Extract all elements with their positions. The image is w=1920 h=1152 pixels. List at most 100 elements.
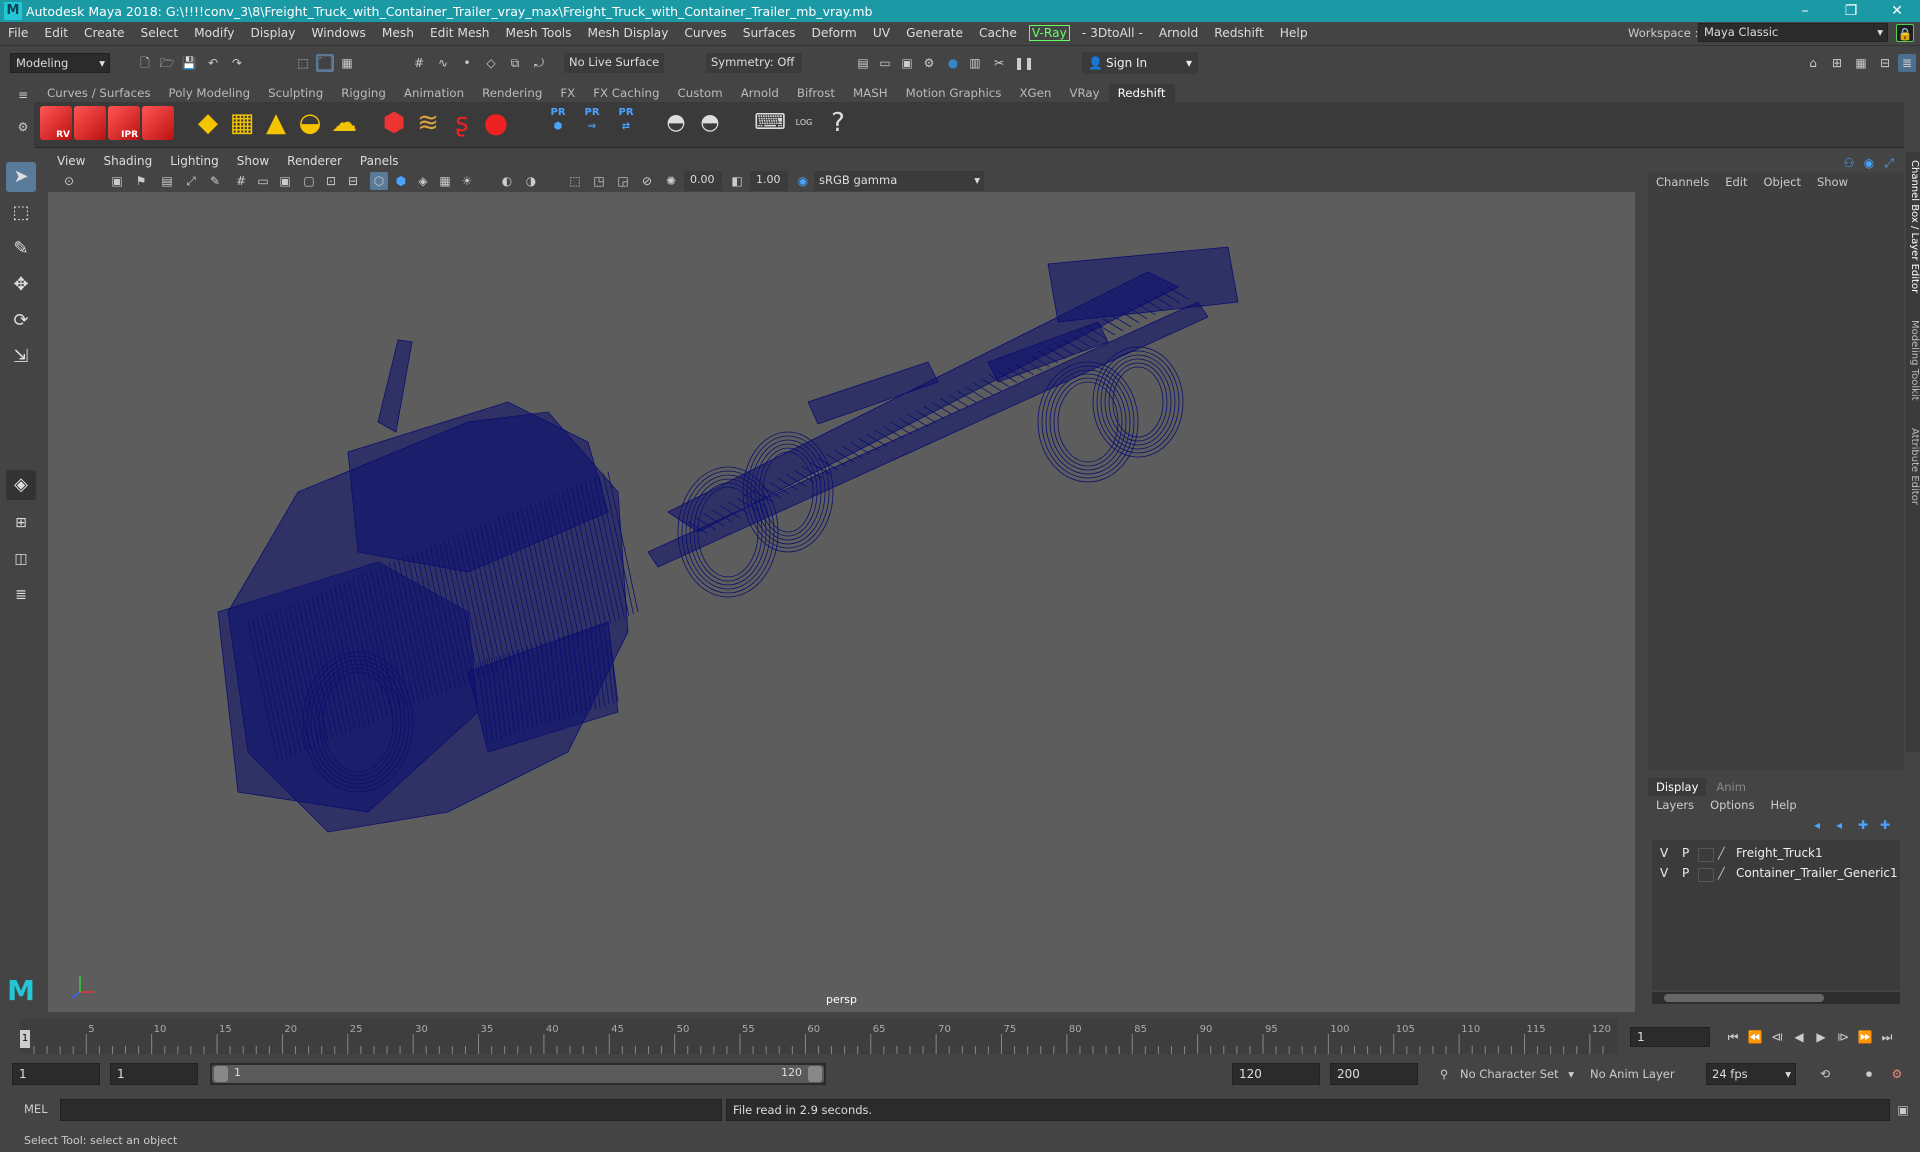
grease-pencil-icon[interactable]: ✎ xyxy=(206,172,224,190)
hypershade-icon[interactable]: ● xyxy=(944,54,962,72)
vp-menu-show[interactable]: Show xyxy=(228,152,278,170)
sign-in-button[interactable]: 👤 Sign In ▾ xyxy=(1082,52,1198,74)
shelf-tab-sculpting[interactable]: Sculpting xyxy=(259,84,332,102)
shelf-tab-xgen[interactable]: XGen xyxy=(1010,84,1060,102)
lasso-tool-icon[interactable]: ⬚ xyxy=(6,198,36,228)
ambient-occlusion-icon[interactable]: ◑ xyxy=(522,172,540,190)
menu-edit[interactable]: Edit xyxy=(36,26,76,40)
rs-sun-sky-icon[interactable]: ☁ xyxy=(328,106,360,140)
minimize-button[interactable]: – xyxy=(1782,0,1828,22)
rs-area-light-icon[interactable]: ▦ xyxy=(226,106,258,140)
snap-point-icon[interactable]: • xyxy=(458,54,476,72)
menu-windows[interactable]: Windows xyxy=(303,26,373,40)
menu-mesh-display[interactable]: Mesh Display xyxy=(580,26,677,40)
scrollbar-thumb[interactable] xyxy=(1664,994,1824,1002)
menu-select[interactable]: Select xyxy=(133,26,187,40)
shelf-tab-mash[interactable]: MASH xyxy=(844,84,897,102)
wireframe-on-shaded-icon[interactable]: ◈ xyxy=(414,172,432,190)
camera-select-icon[interactable]: ⊙ xyxy=(60,172,78,190)
menu-display[interactable]: Display xyxy=(243,26,304,40)
side-tab-channel-box[interactable]: Channel Box / Layer Editor xyxy=(1906,160,1920,293)
layer-name[interactable]: Container_Trailer_Generic1 xyxy=(1736,866,1898,880)
maximize-button[interactable]: ❐ xyxy=(1828,0,1874,22)
rs-pr-icon[interactable]: PR ⬢ xyxy=(542,106,574,140)
redo-icon[interactable]: ↷ xyxy=(228,54,246,72)
render-history-icon[interactable]: ▤ xyxy=(854,54,872,72)
menu-surfaces[interactable]: Surfaces xyxy=(735,26,804,40)
shelf-tab-fx[interactable]: FX xyxy=(551,84,584,102)
save-scene-icon[interactable]: 💾 xyxy=(180,54,198,72)
shelf-tab-motion-graphics[interactable]: Motion Graphics xyxy=(897,84,1011,102)
layer-color-icon[interactable]: ╱ xyxy=(1718,847,1732,861)
script-editor-icon[interactable]: ▣ xyxy=(1894,1101,1912,1119)
channels-menu[interactable]: Channels xyxy=(1648,172,1717,192)
live-surface-field[interactable]: No Live Surface xyxy=(564,53,664,73)
color-space-dropdown[interactable]: sRGB gamma ▾ xyxy=(814,171,984,191)
render-frame-icon[interactable]: ▭ xyxy=(876,54,894,72)
wireframe-icon[interactable]: ⬡ xyxy=(370,172,388,190)
shelf-settings-icon[interactable]: ⚙ xyxy=(14,118,32,136)
range-end-handle[interactable] xyxy=(808,1066,822,1082)
playback-start-field[interactable]: 1 xyxy=(110,1063,198,1085)
rs-bowl-icon[interactable]: ◓ xyxy=(660,106,692,140)
menu-create[interactable]: Create xyxy=(76,26,133,40)
xray-components-icon[interactable]: ⊘ xyxy=(638,172,656,190)
attribute-editor-icon[interactable]: ▦ xyxy=(1852,54,1870,72)
step-back-frame-icon[interactable]: ⧏ xyxy=(1768,1028,1786,1046)
current-frame-field[interactable]: 1 xyxy=(1630,1027,1710,1047)
move-layer-up-icon[interactable]: ◂ xyxy=(1808,816,1826,834)
menu-curves[interactable]: Curves xyxy=(676,26,734,40)
rs-proxy-icon[interactable]: ⬢ xyxy=(378,106,410,140)
end-time-field[interactable]: 200 xyxy=(1330,1063,1418,1085)
menu-uv[interactable]: UV xyxy=(865,26,898,40)
vp-menu-shading[interactable]: Shading xyxy=(94,152,161,170)
select-tool-icon[interactable]: ➤ xyxy=(6,162,36,192)
xray-icon[interactable]: ◳ xyxy=(590,172,608,190)
menu-3dtoall[interactable]: - 3DtoAll - xyxy=(1074,26,1151,40)
object-menu[interactable]: Object xyxy=(1756,172,1809,192)
layer-type-box[interactable] xyxy=(1698,868,1714,882)
xray-joints-icon[interactable]: ◲ xyxy=(614,172,632,190)
menu-cache[interactable]: Cache xyxy=(971,26,1025,40)
select-hierarchy-icon[interactable]: ⬚ xyxy=(294,54,312,72)
select-component-icon[interactable]: ▦ xyxy=(338,54,356,72)
persp-outliner-icon[interactable]: ◫ xyxy=(6,544,36,574)
options-menu[interactable]: Options xyxy=(1702,796,1762,814)
tab-anim[interactable]: Anim xyxy=(1706,778,1756,796)
shelf-tab-custom[interactable]: Custom xyxy=(668,84,731,102)
show-menu[interactable]: Show xyxy=(1809,172,1856,192)
rs-script-icon[interactable]: ⌨ xyxy=(754,106,786,140)
rs-rect-light-icon[interactable]: ◆ xyxy=(192,106,224,140)
shelf-tab-poly-modeling[interactable]: Poly Modeling xyxy=(160,84,260,102)
grid-toggle-icon[interactable]: # xyxy=(232,172,250,190)
workspace-dropdown[interactable]: Maya Classic ▾ xyxy=(1698,23,1888,42)
2d-pan-zoom-icon[interactable]: ⤢ xyxy=(182,172,200,190)
side-tab-modeling-toolkit[interactable]: Modeling Toolkit xyxy=(1906,320,1920,401)
help-menu[interactable]: Help xyxy=(1762,796,1804,814)
side-tab-attribute-editor[interactable]: Attribute Editor xyxy=(1906,428,1920,505)
snap-grid-icon[interactable]: # xyxy=(410,54,428,72)
modeling-toolkit-icon[interactable]: ⌂ xyxy=(1804,54,1822,72)
layer-color-icon[interactable]: ╱ xyxy=(1718,867,1732,881)
layer-name[interactable]: Freight_Truck1 xyxy=(1736,846,1823,860)
rs-bowl-alt-icon[interactable]: ◓ xyxy=(694,106,726,140)
menu-deform[interactable]: Deform xyxy=(804,26,865,40)
shelf-tab-bifrost[interactable]: Bifrost xyxy=(788,84,844,102)
lock-icon[interactable]: 🔒 xyxy=(1896,24,1914,42)
vp-menu-renderer[interactable]: Renderer xyxy=(278,152,351,170)
snap-together-icon[interactable]: ⤾ xyxy=(530,54,548,72)
rs-help-icon[interactable]: ? xyxy=(822,106,854,140)
step-forward-frame-icon[interactable]: ⧐ xyxy=(1834,1028,1852,1046)
hypershade-window-icon[interactable]: ⊞ xyxy=(1828,54,1846,72)
outliner-icon[interactable]: ≣ xyxy=(6,580,36,610)
snap-view-plane-icon[interactable]: ◇ xyxy=(482,54,500,72)
rotate-tool-icon[interactable]: ⟳ xyxy=(6,306,36,336)
menu-generate[interactable]: Generate xyxy=(898,26,971,40)
open-scene-icon[interactable]: 🗁 xyxy=(158,54,176,72)
select-object-icon[interactable]: ⬛ xyxy=(316,54,334,72)
render-settings-icon[interactable]: ⚙ xyxy=(920,54,938,72)
rs-log-icon[interactable]: LOG xyxy=(788,106,820,140)
layer-visibility-toggle[interactable]: V xyxy=(1660,846,1668,860)
rs-ipr-icon[interactable]: IPR xyxy=(108,106,140,140)
rs-dome-light-icon[interactable]: ◒ xyxy=(294,106,326,140)
